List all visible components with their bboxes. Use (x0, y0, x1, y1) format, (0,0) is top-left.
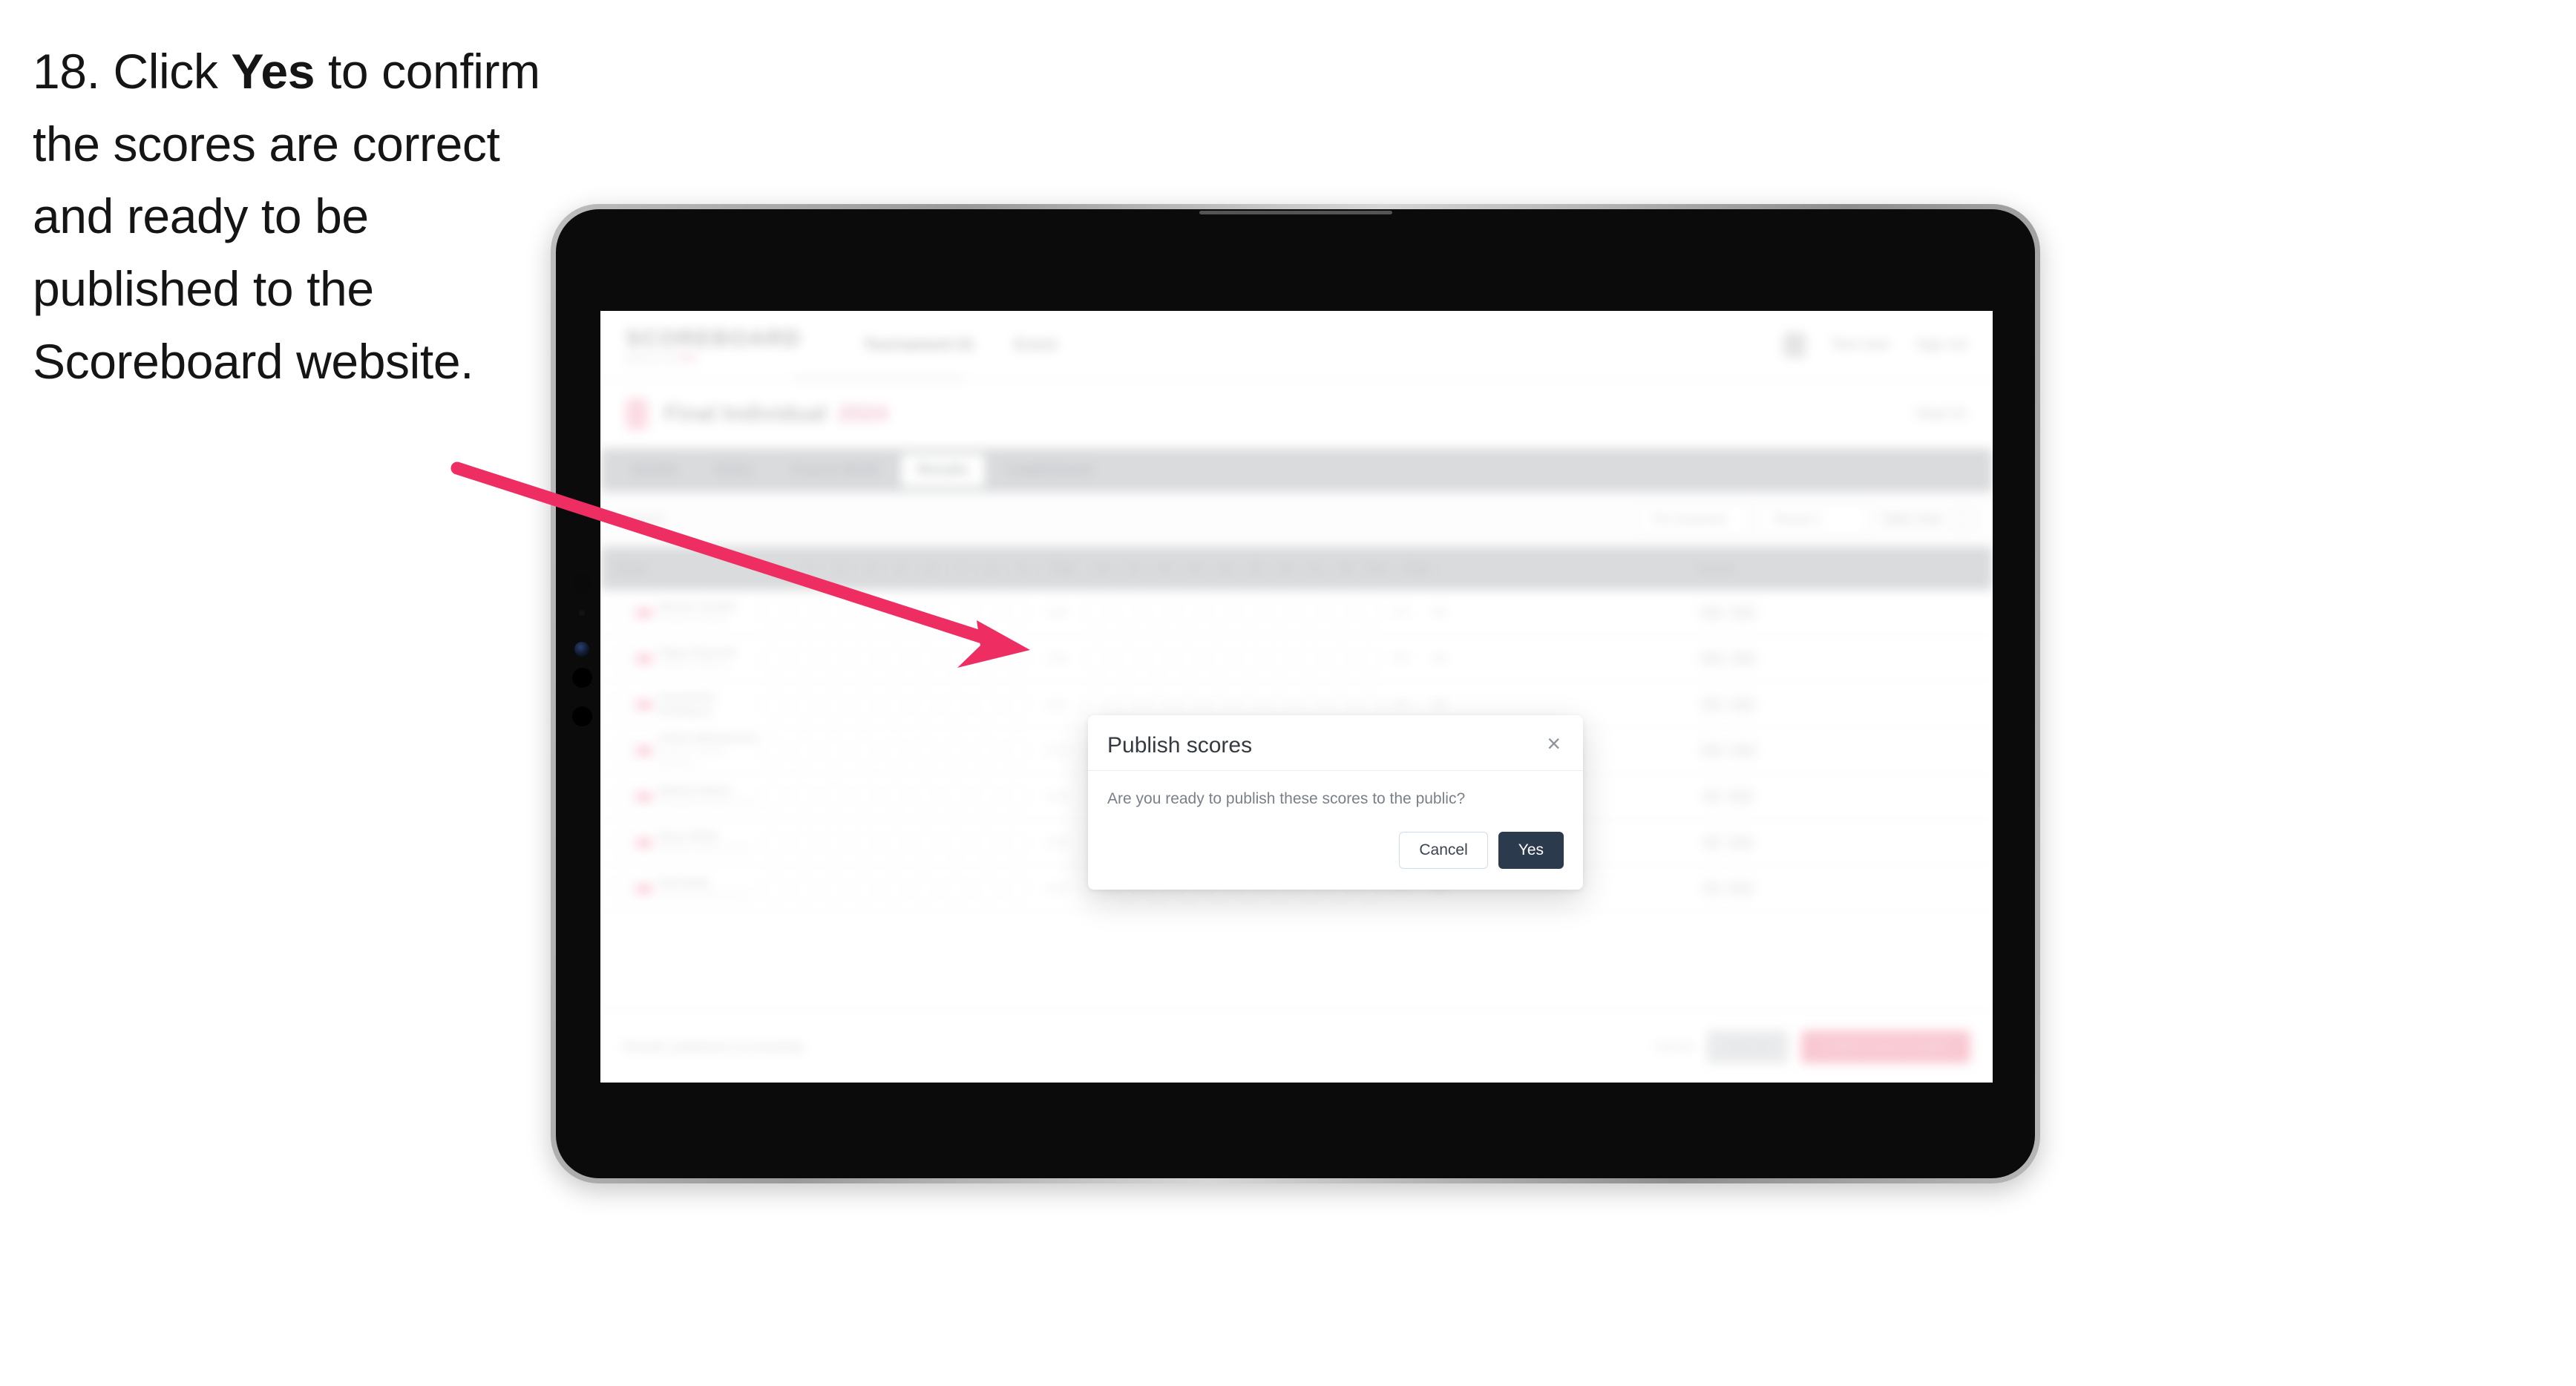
ambient-sensor-icon (579, 610, 585, 616)
step-number: 18. (33, 44, 100, 99)
instruction-caption: 18. Click Yes to confirm the scores are … (33, 36, 552, 398)
caption-before: Click (113, 44, 218, 99)
sensor-dot-icon (572, 668, 592, 688)
modal-overlay: Publish scores × Are you ready to publis… (600, 311, 1993, 1083)
dialog-message: Are you ready to publish these scores to… (1107, 790, 1466, 807)
dialog-footer: Cancel Yes (1088, 815, 1583, 890)
cancel-button[interactable]: Cancel (1399, 832, 1488, 869)
dialog-title: Publish scores (1107, 733, 1253, 758)
tablet-device: SCOREBOARD powered by PSA Tournament 01 … (551, 204, 2040, 1183)
device-bezel: SCOREBOARD powered by PSA Tournament 01 … (556, 209, 2035, 1178)
front-camera-icon (572, 574, 592, 594)
sensor-dot-2-icon (572, 706, 592, 726)
caption-emphasis: Yes (231, 44, 315, 99)
yes-button[interactable]: Yes (1498, 832, 1564, 869)
dialog-header: Publish scores × (1088, 715, 1583, 771)
publish-scores-dialog: Publish scores × Are you ready to publis… (1088, 715, 1583, 890)
tablet-screen: SCOREBOARD powered by PSA Tournament 01 … (600, 311, 1993, 1083)
speaker-grille-icon (1199, 211, 1392, 214)
lens-icon (574, 642, 589, 657)
close-icon[interactable]: × (1544, 732, 1564, 755)
